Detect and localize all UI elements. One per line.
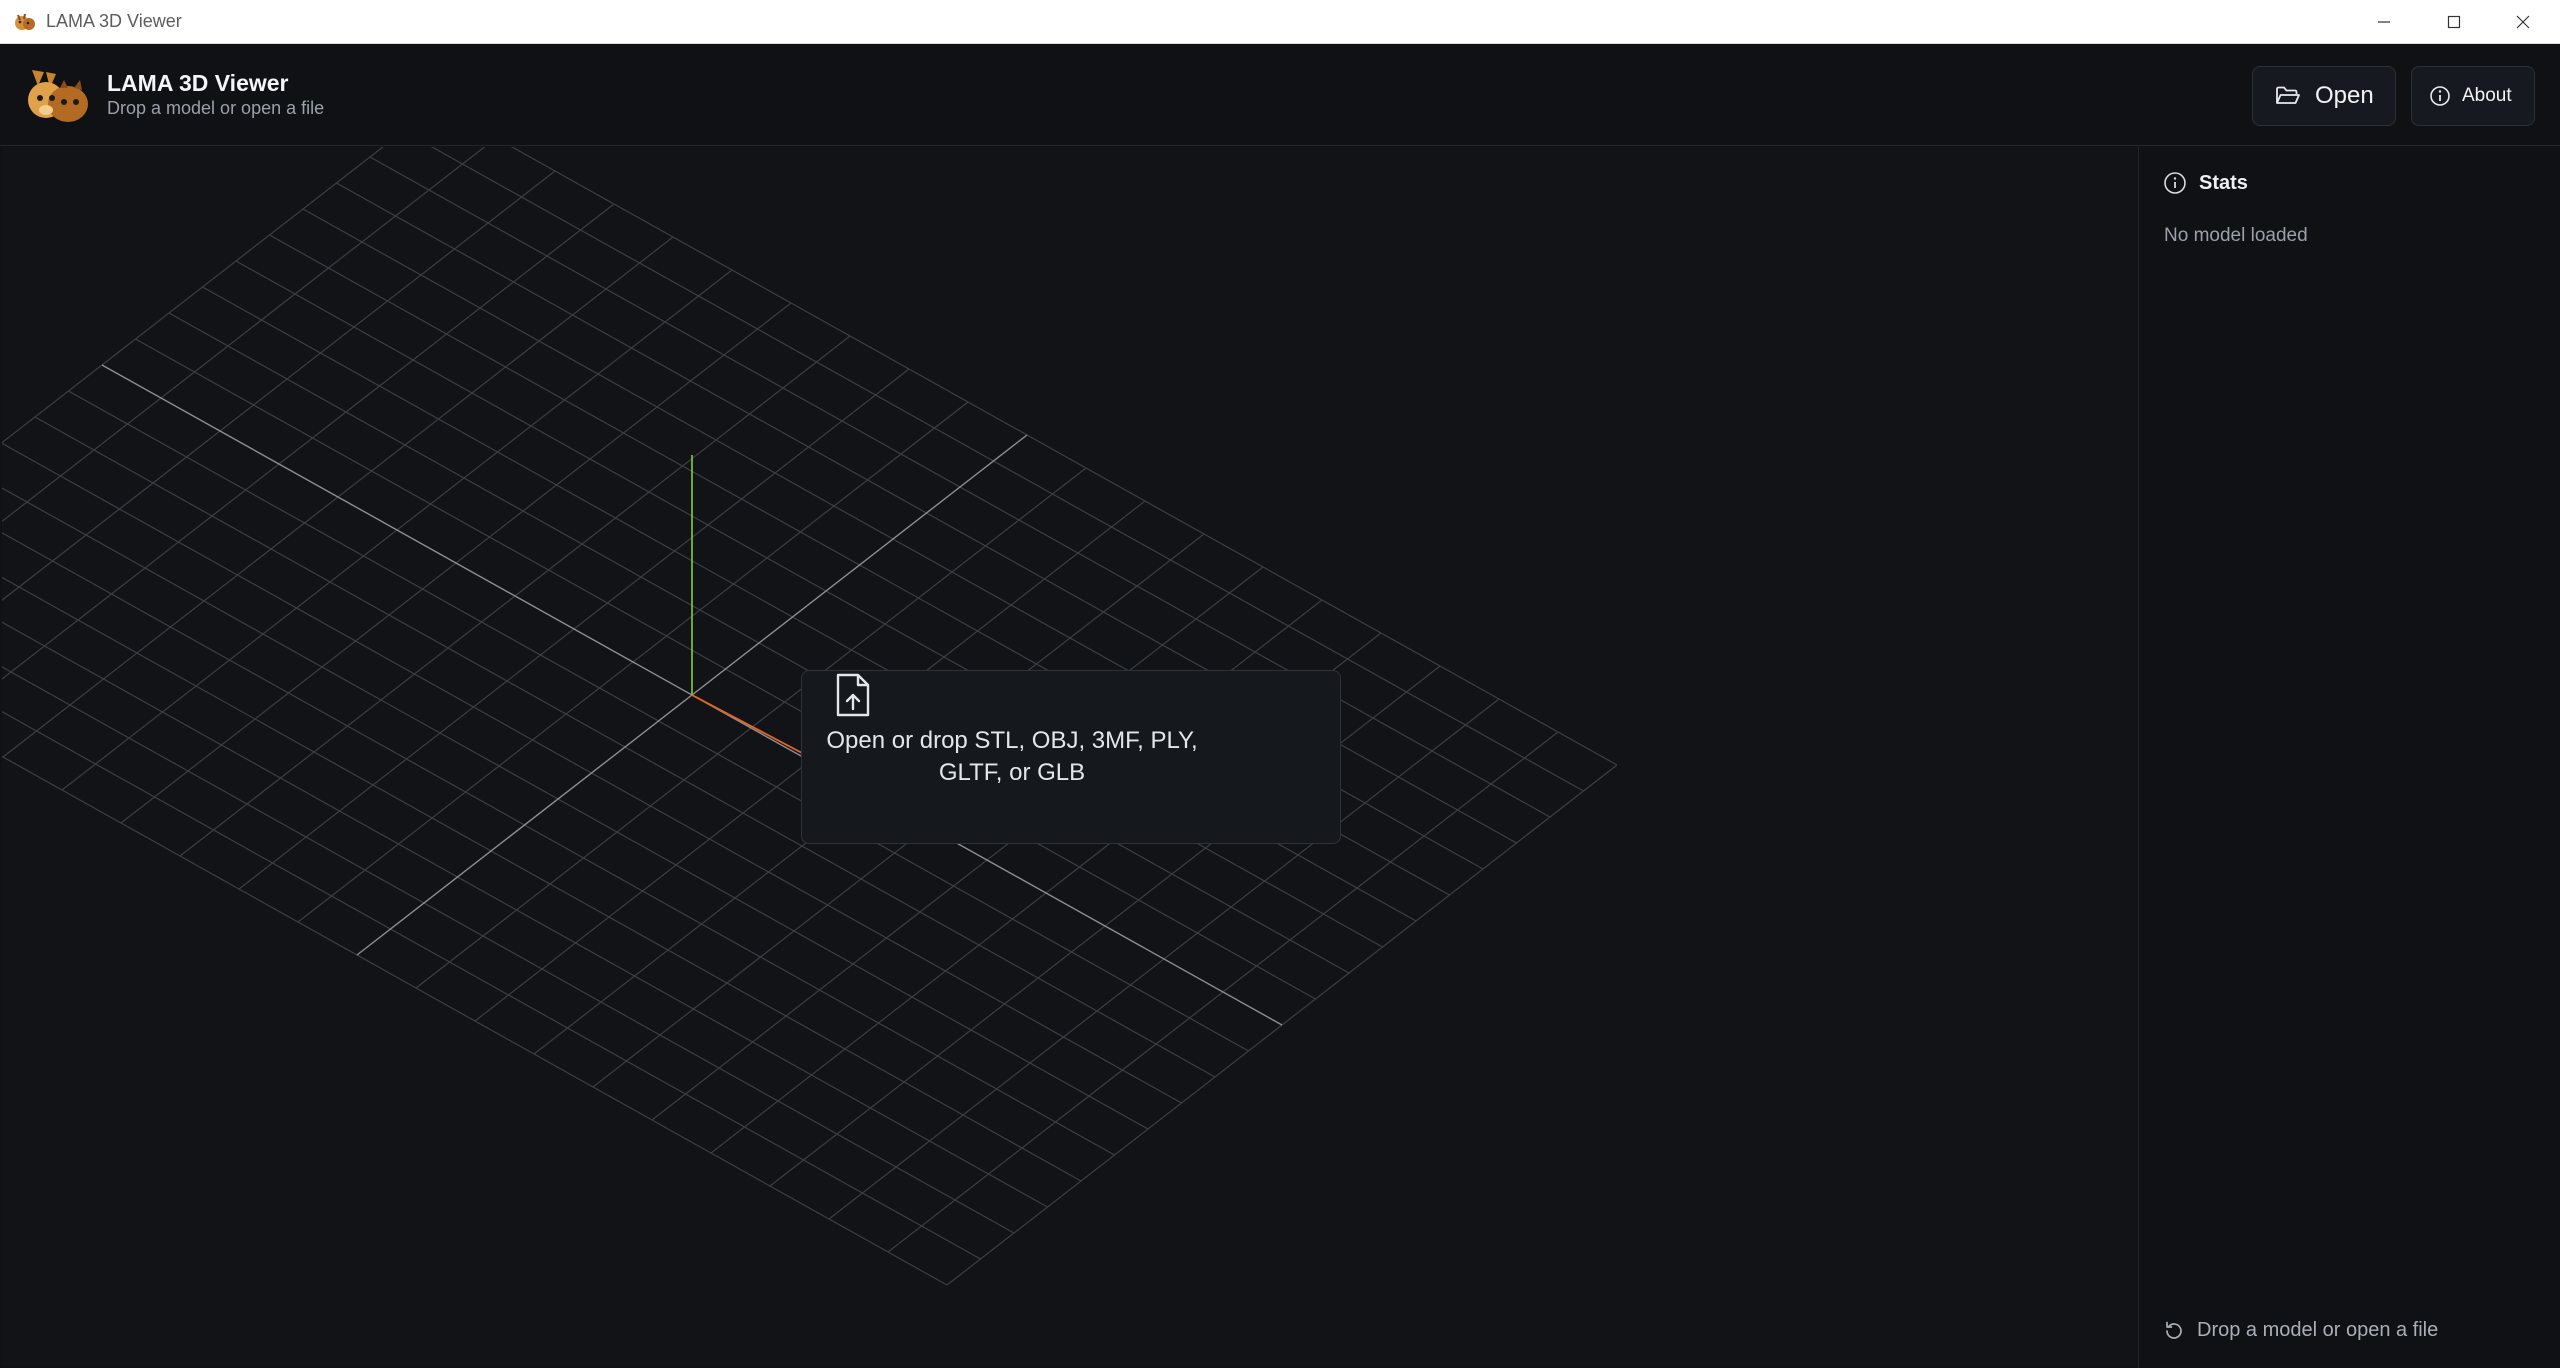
maximize-icon [2447,15,2461,29]
open-button[interactable]: Open [2252,66,2396,126]
file-upload-icon [836,673,870,717]
info-icon [2164,172,2186,194]
drop-message: Open or drop STL, OBJ, 3MF, PLY, GLTF, o… [826,727,1198,786]
close-button[interactable] [2488,0,2558,44]
maximize-button[interactable] [2419,0,2489,44]
status-text: Drop a model or open a file [2197,1319,2439,1341]
minimize-icon [2378,21,2390,23]
close-icon [2516,15,2530,29]
window-title: LAMA 3D Viewer [46,11,182,31]
x-axis [691,694,803,754]
window-titlebar: LAMA 3D Viewer [0,0,2560,44]
grid-line [2,170,556,601]
stats-label: Stats [2199,171,2248,194]
3d-viewport[interactable]: Open or drop STL, OBJ, 3MF, PLY, GLTF, o… [2,147,2138,1366]
no-model-text: No model loaded [2164,225,2308,246]
stats-header: Stats [2163,171,2248,195]
open-button-label: Open [2315,82,2374,109]
status-bar: Drop a model or open a file [2163,1319,2438,1342]
info-icon [2430,86,2450,106]
refresh-icon [2166,1321,2182,1339]
drop-zone[interactable]: Open or drop STL, OBJ, 3MF, PLY, GLTF, o… [801,670,1341,844]
minimize-button[interactable] [2349,0,2419,44]
folder-open-icon [2276,86,2300,104]
llama-logo-icon [28,70,88,122]
about-button[interactable]: About [2411,66,2535,126]
about-button-label: About [2462,85,2512,106]
app-subtitle: Drop a model or open a file [107,98,325,118]
app-icon [15,13,35,30]
app-header: LAMA 3D Viewer Drop a model or open a fi… [0,44,2560,146]
grid-line [2,203,615,680]
grid-line [2,576,1082,1182]
stats-sidebar: Stats No model loaded Drop a model or op… [2138,147,2560,1368]
app-title: LAMA 3D Viewer [107,70,289,96]
